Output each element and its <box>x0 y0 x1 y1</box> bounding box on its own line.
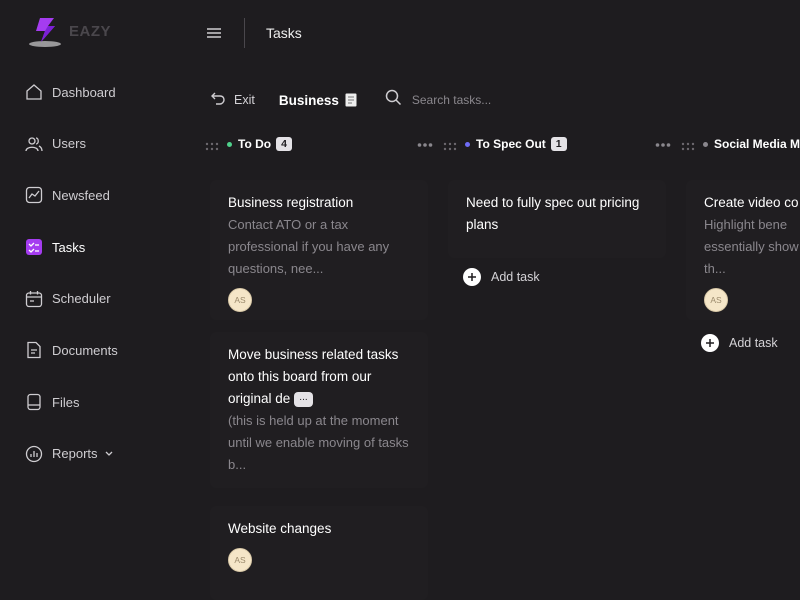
task-count-badge: 1 <box>550 137 567 151</box>
sidebar-item-label: Tasks <box>52 239 86 255</box>
menu-icon[interactable] <box>205 24 223 42</box>
sidebar-item-tasks[interactable]: Tasks <box>24 235 118 259</box>
board-name[interactable]: Business <box>279 93 339 108</box>
sidebar-item-label: Scheduler <box>52 291 111 307</box>
task-card[interactable]: Business registration Contact ATO or a t… <box>210 180 428 320</box>
exit-label: Exit <box>234 93 255 107</box>
avatar[interactable]: AS <box>228 548 252 572</box>
drag-handle-icon[interactable] <box>681 139 695 151</box>
calendar-icon <box>24 289 44 309</box>
task-title: Need to fully spec out pricing plans <box>466 195 640 232</box>
task-title: Move business related tasks onto this bo… <box>228 344 410 410</box>
trend-icon <box>24 185 44 205</box>
task-count-badge: 4 <box>276 137 292 151</box>
column-title: To Do <box>238 137 272 151</box>
lightning-logo-icon <box>28 14 62 48</box>
sidebar-item-label: Documents <box>52 342 118 358</box>
task-description: Contact ATO or a tax professional if you… <box>228 217 390 276</box>
search-input[interactable] <box>409 92 574 108</box>
drag-handle-icon[interactable] <box>205 139 219 151</box>
column-header-social-media[interactable]: Social Media M <box>681 135 800 153</box>
plus-icon <box>701 334 719 352</box>
home-icon <box>24 82 44 102</box>
status-dot <box>703 141 708 147</box>
tasks-icon <box>24 237 44 257</box>
task-description-line: th... <box>704 261 726 276</box>
sidebar-item-reports[interactable]: Reports <box>24 442 118 466</box>
page-title: Tasks <box>266 25 302 41</box>
column-header-todo[interactable]: To Do 4 <box>205 135 292 153</box>
document-icon <box>24 340 44 360</box>
task-description: (this is held up at the moment until we … <box>228 413 409 472</box>
task-card[interactable]: Create video co Highlight bene essential… <box>686 180 800 320</box>
sidebar-item-scheduler[interactable]: Scheduler <box>24 287 118 311</box>
users-icon <box>24 134 44 154</box>
search-box <box>385 89 574 111</box>
file-icon <box>24 392 44 412</box>
add-task-label: Add task <box>491 270 540 284</box>
header-divider <box>244 18 245 48</box>
sidebar-item-label: Users <box>52 136 86 152</box>
task-title: Website changes <box>228 521 332 536</box>
sidebar-item-files[interactable]: Files <box>24 390 118 414</box>
task-title: Create video co <box>704 195 799 210</box>
board-toolbar: Exit Business <box>210 88 574 112</box>
task-card[interactable]: Need to fully spec out pricing plans <box>448 180 666 258</box>
column-title: Social Media M <box>714 137 800 151</box>
task-title-text: Move business related tasks onto this bo… <box>228 347 399 406</box>
sidebar-item-label: Dashboard <box>52 84 116 100</box>
sidebar-item-dashboard[interactable]: Dashboard <box>24 80 118 104</box>
sidebar-item-documents[interactable]: Documents <box>24 338 118 362</box>
sidebar: EAZY Dashboard Users Newsfeed Tasks Sche… <box>0 0 190 600</box>
status-dot <box>465 141 470 147</box>
logo[interactable]: EAZY <box>28 14 111 48</box>
add-task-button[interactable]: Add task <box>463 268 540 286</box>
sidebar-nav: Dashboard Users Newsfeed Tasks Scheduler <box>24 80 118 494</box>
task-card[interactable]: Move business related tasks onto this bo… <box>210 332 428 488</box>
sidebar-item-label: Reports <box>52 446 98 462</box>
task-card[interactable]: Website changes AS <box>210 506 428 600</box>
exit-button[interactable]: Exit <box>210 90 255 111</box>
drag-handle-icon[interactable] <box>443 139 457 151</box>
column-header-to-spec-out[interactable]: To Spec Out 1 <box>443 135 567 153</box>
chart-icon <box>24 444 44 464</box>
more-options-icon[interactable] <box>417 137 433 147</box>
add-task-button[interactable]: Add task <box>701 334 778 352</box>
status-dot <box>227 141 232 147</box>
task-title: Business registration <box>228 195 354 210</box>
sidebar-item-users[interactable]: Users <box>24 132 118 156</box>
column-title: To Spec Out <box>476 137 546 151</box>
sidebar-item-label: Files <box>52 394 80 410</box>
avatar[interactable]: AS <box>704 288 728 312</box>
note-icon <box>345 93 357 107</box>
app-name: EAZY <box>69 22 112 40</box>
task-description-line: Highlight bene <box>704 217 788 232</box>
more-options-icon[interactable] <box>655 137 671 147</box>
sidebar-item-label: Newsfeed <box>52 187 110 203</box>
sidebar-item-newsfeed[interactable]: Newsfeed <box>24 183 118 207</box>
avatar[interactable]: AS <box>228 288 252 312</box>
expand-title-button[interactable]: ... <box>294 391 313 407</box>
search-icon[interactable] <box>385 89 402 111</box>
task-description-line: essentially show <box>704 239 799 254</box>
chevron-down-icon[interactable] <box>104 445 114 463</box>
undo-arrow-icon <box>210 90 226 111</box>
add-task-label: Add task <box>729 336 778 350</box>
plus-icon <box>463 268 481 286</box>
